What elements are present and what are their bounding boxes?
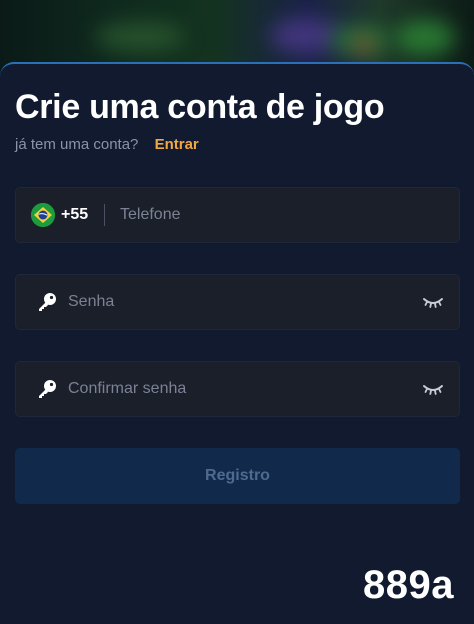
page-title: Crie uma conta de jogo <box>15 88 385 126</box>
login-prompt-row: já tem uma conta? Entrar <box>15 136 199 153</box>
country-code[interactable]: +55 <box>61 206 88 224</box>
key-icon <box>36 378 58 400</box>
password-input[interactable] <box>66 275 411 329</box>
background-blur-shape <box>95 22 185 52</box>
login-link[interactable]: Entrar <box>155 136 199 153</box>
brazil-flag-icon <box>31 203 55 227</box>
background-blur-shape <box>270 18 340 53</box>
confirm-password-field[interactable] <box>15 361 460 417</box>
background-blur-shape <box>355 38 373 52</box>
key-icon <box>36 291 58 313</box>
eye-closed-icon[interactable] <box>422 295 444 309</box>
login-prompt-text: já tem uma conta? <box>15 136 139 153</box>
field-divider <box>104 204 105 226</box>
phone-field[interactable]: +55 <box>15 187 460 243</box>
eye-closed-icon[interactable] <box>422 382 444 396</box>
phone-input[interactable] <box>118 188 444 242</box>
confirm-password-input[interactable] <box>66 362 411 416</box>
register-button[interactable]: Registro <box>15 448 460 504</box>
registration-card: Crie uma conta de jogo já tem uma conta?… <box>0 62 474 624</box>
watermark-logo: 889a <box>363 563 454 607</box>
background-blur-shape <box>395 20 455 55</box>
password-field[interactable] <box>15 274 460 330</box>
